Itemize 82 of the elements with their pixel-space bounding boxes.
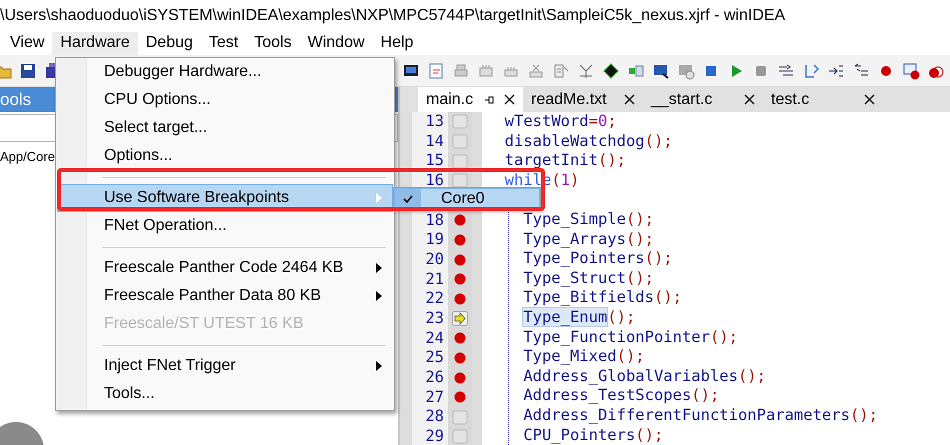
breakpoint-list-icon[interactable]: [902, 62, 920, 80]
line-number: 14: [424, 134, 444, 150]
menu-item[interactable]: FNet Operation...: [57, 212, 393, 240]
tree-item[interactable]: App/Core: [0, 149, 55, 164]
breakpoint-icon[interactable]: [454, 293, 466, 306]
pin-icon[interactable]: [484, 94, 494, 104]
line-number: 25: [424, 350, 444, 366]
code-line: Address_DifferentFunctionParameters();: [523, 408, 878, 424]
menu-item[interactable]: Debug: [138, 32, 201, 55]
tab-label: test.c: [771, 90, 810, 108]
editor-tab[interactable]: test.c: [763, 87, 883, 112]
breakpoint-icon[interactable]: [454, 254, 466, 266]
menu-item[interactable]: Core0: [394, 188, 540, 209]
menu-item[interactable]: Options...: [57, 142, 393, 170]
line-number: 19: [424, 232, 444, 248]
tab-label: __start.c: [651, 90, 712, 108]
empty-marker-icon[interactable]: [452, 114, 468, 130]
menu-item[interactable]: Window: [300, 32, 373, 55]
menu-item[interactable]: Inject FNet Trigger: [57, 352, 393, 380]
line-number: 20: [424, 252, 444, 268]
menu-item[interactable]: Freescale Panther Code 2464 KB: [57, 254, 393, 282]
empty-marker-icon[interactable]: [452, 173, 468, 188]
menu-item[interactable]: Select target...: [57, 114, 393, 142]
tab-label: readMe.txt: [531, 90, 607, 108]
line-number: 15: [424, 153, 444, 169]
empty-marker-icon[interactable]: [452, 410, 468, 425]
line-number: 28: [424, 409, 444, 425]
menu-item[interactable]: Tools: [246, 32, 300, 55]
line-number: 24: [424, 330, 444, 346]
line-number: 16: [424, 173, 444, 189]
breakpoint-icon[interactable]: [454, 273, 466, 286]
line-number: 23: [424, 310, 444, 326]
editor-tab[interactable]: __start.c: [643, 87, 763, 112]
code-line: Type_Pointers();: [523, 251, 673, 267]
empty-marker-icon[interactable]: [452, 154, 468, 169]
menu-item[interactable]: Help: [372, 32, 422, 55]
menu-item[interactable]: View: [2, 32, 52, 55]
code-line: Address_GlobalVariables();: [523, 368, 766, 384]
breakpoint-icon[interactable]: [454, 234, 466, 246]
document-icon[interactable]: [427, 62, 445, 80]
close-icon[interactable]: [624, 94, 635, 105]
breakpoint-icon[interactable]: [454, 372, 466, 384]
line-number: 13: [424, 114, 444, 130]
code-line: Type_Struct();: [523, 270, 654, 286]
tab-label: main.c: [426, 90, 474, 108]
code-line: targetInit();: [504, 153, 626, 169]
code-line: Type_Arrays();: [523, 232, 654, 248]
menu-item[interactable]: Tools...: [57, 380, 393, 408]
code-line: wTestWord=0;: [504, 114, 617, 130]
save-icon[interactable]: [19, 62, 37, 80]
menu-item[interactable]: Freescale Panther Data 80 KB: [57, 282, 393, 310]
breakpoint-icon[interactable]: [454, 332, 466, 344]
code-line: Type_Bitfields();: [523, 290, 682, 306]
diamond-icon[interactable]: [602, 62, 620, 80]
delete-icon[interactable]: [527, 62, 545, 80]
menu-item[interactable]: Hardware: [52, 32, 138, 55]
code-line: Type_Simple();: [523, 212, 654, 228]
code-line: disableWatchdog();: [504, 134, 673, 150]
line-number: 21: [424, 272, 444, 288]
code-line: Type_FunctionPointer();: [523, 330, 738, 346]
menu-item[interactable]: Test: [200, 32, 246, 55]
close-icon[interactable]: [864, 94, 875, 105]
editor-tab[interactable]: readMe.txt: [523, 87, 643, 112]
breakpoint-icon[interactable]: [454, 352, 466, 364]
menu-item[interactable]: CPU Options...: [57, 86, 393, 114]
breakpoint-icon[interactable]: [454, 214, 466, 226]
line-number: 22: [424, 291, 444, 307]
empty-marker-icon[interactable]: [452, 429, 468, 444]
code-line: Address_TestScopes();: [523, 388, 720, 404]
empty-marker-icon[interactable]: [452, 134, 468, 150]
close-icon[interactable]: [744, 94, 755, 105]
line-number: 27: [424, 390, 444, 406]
code-line: CPU_Pointers();: [523, 428, 664, 444]
breakpoint-icon[interactable]: [454, 391, 466, 404]
code-line: Type_Mixed();: [523, 349, 645, 365]
window-title: \Users\shaoduoduo\iSYSTEM\winIDEA\examples\NXP\MPC5744P\targetInit\SampleiC5k_nexus.xjrf - winIDEA: [0, 7, 786, 25]
printer-icon[interactable]: [452, 62, 470, 80]
editor-tab[interactable]: main.c: [418, 87, 523, 112]
close-icon[interactable]: [504, 94, 515, 105]
line-number: 26: [424, 370, 444, 386]
line-number: 18: [424, 212, 444, 228]
line-number: 29: [424, 429, 444, 445]
